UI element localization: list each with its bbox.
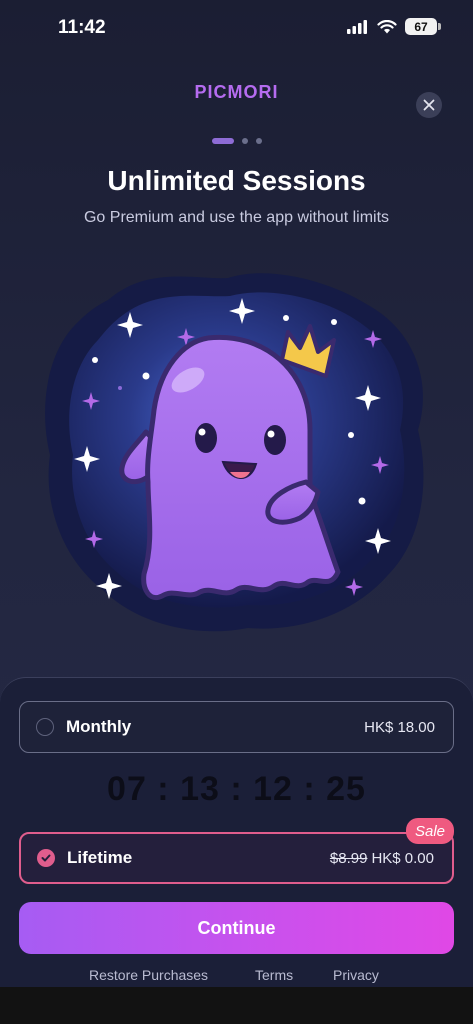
footer-links: Restore Purchases Terms Privacy	[0, 967, 473, 987]
status-time: 11:42	[58, 17, 106, 38]
page-subtitle: Go Premium and use the app without limit…	[83, 209, 390, 226]
restore-purchases-link[interactable]: Restore Purchases	[89, 967, 208, 983]
check-icon	[37, 849, 55, 867]
old-price: $8.99	[329, 849, 368, 867]
page-dot	[255, 138, 262, 144]
bottom-bar	[0, 987, 473, 1024]
page-indicator	[0, 138, 473, 144]
plan-price: $8.99 HK$ 0.00	[330, 850, 434, 867]
battery-icon: 67	[405, 18, 441, 35]
continue-button[interactable]: Continue	[19, 902, 454, 954]
plan-option-monthly[interactable]: Monthly HK$ 18.00	[19, 701, 454, 753]
plan-option-lifetime[interactable]: Lifetime $8.99 HK$ 0.00	[19, 832, 454, 884]
brand-logo: PICMORI	[194, 82, 279, 102]
status-icons: 67	[347, 18, 441, 35]
radio-unchecked-icon	[36, 718, 54, 736]
page-dot	[241, 138, 248, 144]
status-bar: 11:42 67	[0, 0, 473, 56]
countdown-timer: 07 : 13 : 12 : 25	[107, 770, 366, 808]
page-title: Unlimited Sessions	[107, 165, 366, 196]
plan-price: HK$ 18.00	[364, 718, 435, 736]
close-button[interactable]	[416, 92, 442, 118]
signal-icon	[347, 19, 367, 34]
wifi-icon	[377, 19, 397, 33]
plan-name: Monthly	[66, 717, 132, 736]
current-price: HK$ 0.00	[371, 849, 434, 867]
hero-illustration	[45, 273, 424, 632]
plan-name: Lifetime	[67, 848, 133, 867]
privacy-link[interactable]: Privacy	[333, 967, 379, 983]
terms-link[interactable]: Terms	[255, 967, 293, 983]
sale-badge: Sale	[406, 818, 454, 844]
page-dot-active	[211, 138, 234, 144]
close-icon	[423, 99, 435, 111]
